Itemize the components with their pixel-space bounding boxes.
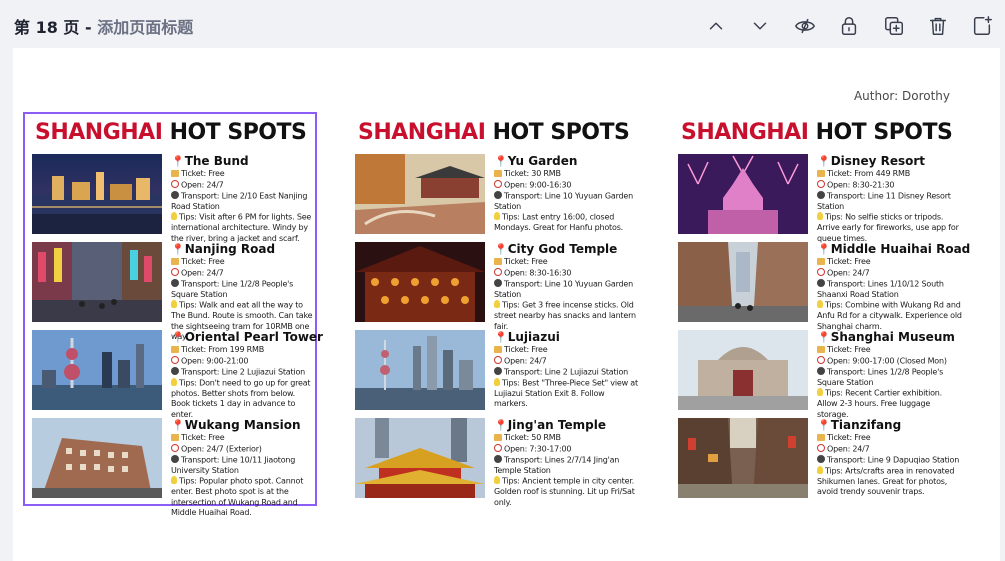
page-title-placeholder[interactable]: 添加页面标题 — [97, 18, 193, 37]
spot-info: 📍Middle Huaihai Road Ticket: Free Open: … — [817, 242, 971, 331]
spot-info: 📍Shanghai Museum Ticket: Free Open: 9:00… — [817, 330, 962, 420]
spot-name: 📍Wukang Mansion — [171, 418, 301, 432]
lock-page-button[interactable] — [835, 12, 863, 40]
spot-info: 📍City God Temple Ticket: Free Open: 8:30… — [494, 242, 639, 332]
middle-huaihai-road-photo — [678, 242, 808, 322]
page-toolbar — [700, 12, 1000, 40]
hide-page-button[interactable] — [791, 12, 819, 40]
spot-name: 📍The Bund — [171, 154, 249, 168]
spot-info: 📍Nanjing Road Ticket: Free Open: 24/7 Tr… — [171, 242, 316, 343]
hide-eye-icon — [795, 18, 815, 34]
move-page-down-button[interactable] — [746, 12, 774, 40]
spot-name: 📍Disney Resort — [817, 154, 926, 168]
lujiazui-photo — [355, 330, 485, 410]
spot-name: 📍Oriental Pearl Tower — [171, 330, 323, 344]
page-number-label: 第 18 页 — [14, 18, 80, 37]
trash-icon — [929, 17, 947, 35]
poster-3[interactable]: SHANGHAI HOT SPOTS 📍Disney Resort Ticket… — [671, 114, 971, 504]
duplicate-page-icon — [885, 17, 903, 35]
spot-info: 📍Wukang Mansion Ticket: Free Open: 24/7 … — [171, 418, 316, 519]
spot-name: 📍Jing'an Temple — [494, 418, 606, 432]
poster-title: SHANGHAI HOT SPOTS — [35, 120, 307, 145]
editor-topbar: 第 18 页 - 添加页面标题 — [0, 0, 1005, 50]
author-text[interactable]: Author: Dorothy — [854, 89, 950, 103]
spot-info: 📍Lujiazui Ticket: Free Open: 24/7 Transp… — [494, 330, 638, 408]
disney-resort-photo — [678, 154, 808, 234]
spot-info: 📍The Bund Ticket: Free Open: 24/7 Transp… — [171, 154, 316, 244]
add-page-button[interactable] — [968, 12, 996, 40]
tianzifang-photo — [678, 418, 808, 498]
wukang-mansion-photo — [32, 418, 162, 498]
title-red-part: SHANGHAI — [358, 120, 486, 145]
spot-info: 📍Tianzifang Ticket: Free Open: 24/7 Tran… — [817, 418, 962, 498]
design-canvas[interactable]: Author: Dorothy SHANGHAI HOT SPOTS 📍The … — [13, 48, 1000, 561]
spot-name: 📍Tianzifang — [817, 418, 902, 432]
spot-info: 📍Oriental Pearl Tower Ticket: From 199 R… — [171, 330, 323, 419]
spot-info: 📍Disney Resort Ticket: From 449 RMB Open… — [817, 154, 962, 244]
oriental-pearl-tower-photo — [32, 330, 162, 410]
nanjing-road-photo — [32, 242, 162, 322]
page-title[interactable]: 第 18 页 - 添加页面标题 — [14, 14, 193, 38]
title-red-part: SHANGHAI — [35, 120, 163, 145]
title-black-part: HOT SPOTS — [815, 120, 953, 145]
title-red-part: SHANGHAI — [681, 120, 809, 145]
jingan-temple-photo — [355, 418, 485, 498]
title-black-part: HOT SPOTS — [169, 120, 307, 145]
poster-title: SHANGHAI HOT SPOTS — [358, 120, 630, 145]
chevron-up-icon — [709, 22, 723, 30]
spot-info: 📍Jing'an Temple Ticket: 50 RMB Open: 7:3… — [494, 418, 639, 508]
poster-2[interactable]: SHANGHAI HOT SPOTS 📍Yu Garden Ticket: 30… — [348, 114, 639, 507]
the-bund-photo — [32, 154, 162, 234]
shanghai-museum-photo — [678, 330, 808, 410]
move-page-up-button[interactable] — [702, 12, 730, 40]
delete-page-button[interactable] — [924, 12, 952, 40]
chevron-down-icon — [753, 22, 767, 30]
title-black-part: HOT SPOTS — [492, 120, 630, 145]
spot-name: 📍Middle Huaihai Road — [817, 242, 971, 256]
spot-name: 📍Shanghai Museum — [817, 330, 955, 344]
poster-1[interactable]: SHANGHAI HOT SPOTS 📍The Bund Ticket: Fre… — [23, 112, 323, 517]
lock-icon — [841, 17, 857, 35]
duplicate-page-button[interactable] — [880, 12, 908, 40]
add-page-icon — [973, 16, 992, 35]
spot-name: 📍Lujiazui — [494, 330, 560, 344]
spot-name: 📍City God Temple — [494, 242, 618, 256]
spot-name: 📍Yu Garden — [494, 154, 578, 168]
yu-garden-photo — [355, 154, 485, 234]
spot-name: 📍Nanjing Road — [171, 242, 276, 256]
city-god-temple-photo — [355, 242, 485, 322]
title-separator: - — [79, 18, 98, 37]
spot-info: 📍Yu Garden Ticket: 30 RMB Open: 9:00-16:… — [494, 154, 639, 234]
poster-title: SHANGHAI HOT SPOTS — [681, 120, 953, 145]
